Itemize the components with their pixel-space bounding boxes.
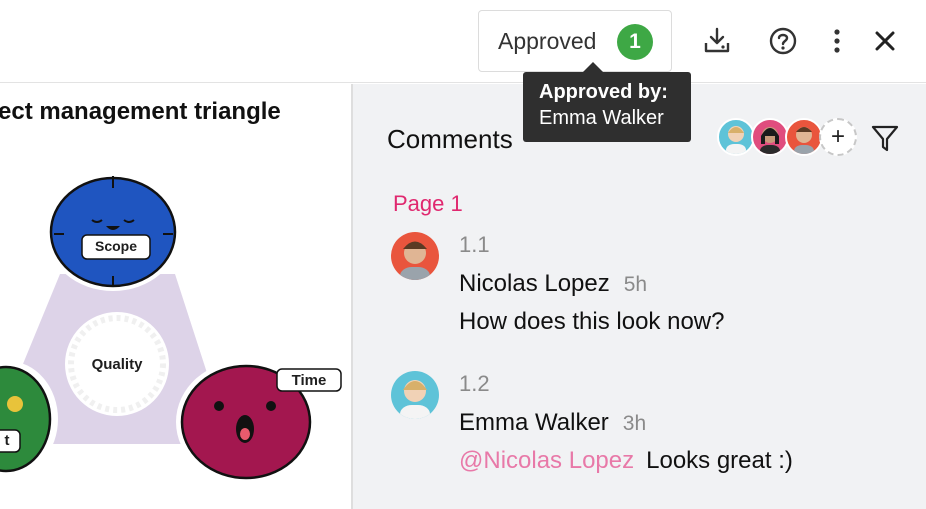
participants-avatars: + [717,118,857,158]
avatar[interactable] [785,118,823,156]
comment-number: 1.1 [459,232,490,257]
more-vertical-icon[interactable] [820,24,854,58]
comment-time: 5h [623,273,648,296]
comment-body: How does this look now? [459,308,725,335]
scope-label: Scope [94,238,137,254]
comment-text: @Nicolas Lopez Looks great :) [459,447,793,475]
comment-body: Looks great :) [646,447,793,474]
project-triangle-illustration [0,175,342,484]
comment-number: 1.2 [459,371,490,396]
comment-item[interactable]: 1.2 Emma Walker 3h @Nicolas Lopez Looks gr… [391,371,911,481]
approved-label: Approved [498,27,597,54]
download-icon[interactable] [700,24,734,58]
help-icon[interactable] [766,24,800,58]
comment-item[interactable]: 1.1 Nicolas Lopez 5h How does this look n… [391,232,911,342]
mention-link[interactable]: @Nicolas Lopez [459,447,634,474]
comment-author: Nicolas Lopez 5h [459,270,647,298]
time-label: Time [291,372,327,389]
add-participant-button[interactable]: + [819,118,857,156]
approved-status-button[interactable]: Approved 1 [478,10,672,72]
comment-author-name[interactable]: Nicolas Lopez [459,270,610,297]
comments-title: Comments [387,124,513,154]
filter-icon[interactable] [869,122,901,154]
comment-author-name[interactable]: Emma Walker [459,409,609,436]
cost-label-partial: t [4,432,10,449]
avatar [391,371,439,419]
quality-label: Quality [91,356,143,373]
slide-title: ect management triangle [0,98,281,125]
page-label[interactable]: Page 1 [393,191,463,217]
tooltip-title: Approved by: [539,81,668,103]
comments-panel: Comments + Page 1 1.1 Nicolas Lopez 5h Ho… [351,84,926,509]
approved-count-badge: 1 [617,24,653,60]
top-toolbar: Approved 1 [0,0,926,83]
slide-preview: ect management triangle Scope Quality Ti… [0,84,351,509]
approved-by-tooltip: Approved by: Emma Walker [523,62,691,142]
comment-text: How does this look now? [459,308,724,336]
scope-character [46,175,180,291]
avatar[interactable] [751,118,789,156]
close-icon[interactable] [868,24,902,58]
comment-time: 3h [622,412,647,435]
comment-author: Emma Walker 3h [459,409,646,437]
avatar [391,232,439,280]
tooltip-approver-name: Emma Walker [539,107,664,129]
avatar[interactable] [717,118,755,156]
